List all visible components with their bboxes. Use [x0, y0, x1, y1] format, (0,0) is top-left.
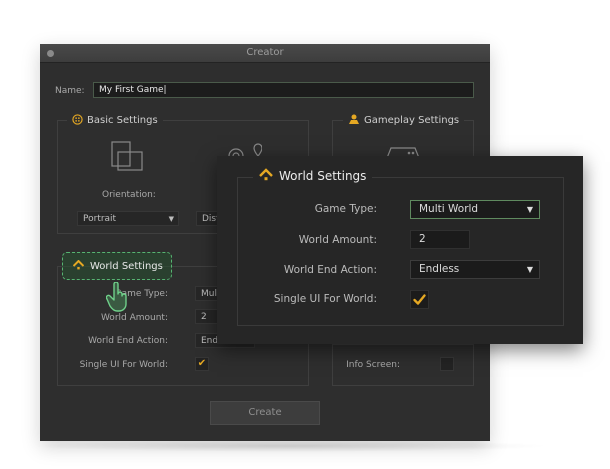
panel-world-settings-icon [259, 168, 273, 181]
info-screen-label: Info Screen: [346, 360, 400, 370]
window-title: Creator [246, 47, 284, 58]
gameplay-settings-icon [349, 114, 359, 124]
name-input-value: My First Game [99, 85, 164, 95]
orientation-dropdown[interactable]: Portrait ▼ [77, 211, 179, 226]
panel-world-end-action-value: Endless [419, 263, 460, 275]
name-label: Name: [55, 86, 85, 96]
panel-world-end-action-label: World End Action: [283, 264, 377, 276]
name-input[interactable]: My First Game| [93, 82, 474, 98]
gameplay-settings-legend: Gameplay Settings [343, 114, 465, 126]
basic-settings-icon [72, 114, 83, 125]
game-type-label: Game Type: [114, 289, 168, 299]
basic-settings-title: Basic Settings [87, 115, 158, 126]
panel-game-type-dropdown[interactable]: Multi World ▼ [410, 200, 540, 219]
chevron-down-icon: ▼ [168, 215, 174, 223]
world-settings-panel: World Settings Game Type: Multi World ▼ … [217, 156, 583, 344]
chevron-down-icon: ▼ [526, 205, 533, 214]
panel-game-type-label: Game Type: [314, 203, 377, 215]
panel-single-ui-label: Single UI For World: [273, 293, 377, 305]
chevron-down-icon: ▼ [526, 265, 533, 274]
info-screen-checkbox[interactable] [440, 357, 454, 371]
panel-single-ui-checkbox[interactable] [410, 290, 429, 309]
world-settings-icon [72, 259, 85, 270]
orientation-value: Portrait [83, 214, 117, 224]
panel-world-settings-legend: World Settings [253, 168, 373, 183]
hand-cursor-icon [106, 282, 127, 312]
panel-game-type-value: Multi World [419, 203, 479, 215]
panel-world-settings-title: World Settings [279, 169, 367, 183]
world-settings-legend: World Settings [72, 259, 163, 272]
orientation-label: Orientation: [102, 190, 156, 200]
world-settings-title: World Settings [90, 261, 163, 272]
gameplay-settings-title: Gameplay Settings [364, 115, 460, 126]
panel-world-end-action-dropdown[interactable]: Endless ▼ [410, 260, 540, 279]
window-ground-shadow [30, 440, 550, 452]
checkmark-icon: ✔ [197, 358, 207, 369]
panel-world-amount-input[interactable]: 2 [410, 230, 470, 249]
world-amount-value: 2 [201, 312, 207, 322]
world-end-action-label: World End Action: [88, 336, 168, 346]
world-amount-label: World Amount: [100, 313, 168, 323]
panel-world-amount-label: World Amount: [298, 234, 377, 246]
create-button[interactable]: Create [210, 401, 320, 425]
single-ui-label: Single UI For World: [79, 360, 168, 370]
world-end-action-value: End [201, 336, 219, 346]
single-ui-checkbox[interactable]: ✔ [195, 357, 209, 371]
panel-world-amount-value: 2 [419, 233, 426, 245]
title-bar[interactable]: Creator [40, 44, 490, 63]
basic-settings-legend: Basic Settings [67, 114, 163, 126]
panel-checkmark-icon [413, 294, 426, 305]
orientation-icon [111, 141, 143, 171]
